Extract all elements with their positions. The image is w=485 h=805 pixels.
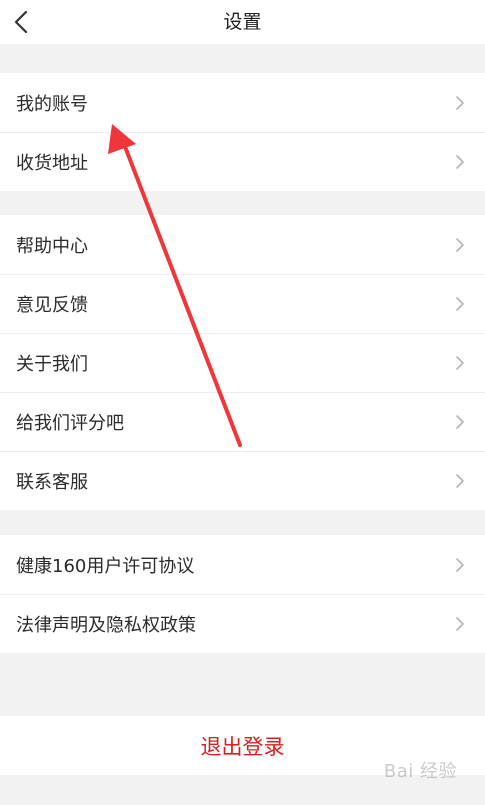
menu-item-label: 收货地址 <box>16 152 88 174</box>
menu-item-shipping-address[interactable]: 收货地址 <box>0 132 485 191</box>
menu-item-my-account[interactable]: 我的账号 <box>0 73 485 132</box>
chevron-right-icon <box>456 616 464 631</box>
menu-item-about-us[interactable]: 关于我们 <box>0 333 485 392</box>
watermark: Bai 经验 <box>383 761 457 782</box>
menu-item-rate-us[interactable]: 给我们评分吧 <box>0 392 485 451</box>
chevron-right-icon <box>456 355 464 370</box>
chevron-right-icon <box>456 473 464 488</box>
menu-item-user-license-agreement[interactable]: 健康160用户许可协议 <box>0 535 485 594</box>
support-group: 帮助中心 意见反馈 关于我们 给我们评分吧 联系客服 <box>0 215 485 510</box>
chevron-right-icon <box>456 557 464 572</box>
menu-item-legal-privacy-policy[interactable]: 法律声明及隐私权政策 <box>0 594 485 653</box>
menu-item-label: 意见反馈 <box>16 294 88 316</box>
page-title: 设置 <box>223 11 262 33</box>
menu-item-label: 关于我们 <box>16 353 88 375</box>
chevron-right-icon <box>456 237 464 252</box>
menu-item-contact-support[interactable]: 联系客服 <box>0 451 485 510</box>
chevron-right-icon <box>456 414 464 429</box>
menu-item-label: 给我们评分吧 <box>16 412 124 434</box>
chevron-right-icon <box>456 95 464 110</box>
menu-item-label: 联系客服 <box>16 471 88 493</box>
menu-item-label: 我的账号 <box>16 93 88 115</box>
menu-item-help-center[interactable]: 帮助中心 <box>0 215 485 274</box>
account-group: 我的账号 收货地址 <box>0 73 485 191</box>
legal-group: 健康160用户许可协议 法律声明及隐私权政策 <box>0 535 485 653</box>
menu-item-label: 法律声明及隐私权政策 <box>16 614 196 636</box>
chevron-right-icon <box>456 154 464 169</box>
navigation-bar: 设置 <box>0 0 485 44</box>
logout-label: 退出登录 <box>200 734 285 759</box>
menu-item-label: 健康160用户许可协议 <box>16 555 195 577</box>
menu-item-label: 帮助中心 <box>16 235 88 257</box>
chevron-right-icon <box>456 296 464 311</box>
menu-item-feedback[interactable]: 意见反馈 <box>0 274 485 333</box>
settings-screen: 设置 我的账号 收货地址 帮助中心 意见反馈 关于我们 给我们评分吧 联系客服 … <box>0 0 485 805</box>
